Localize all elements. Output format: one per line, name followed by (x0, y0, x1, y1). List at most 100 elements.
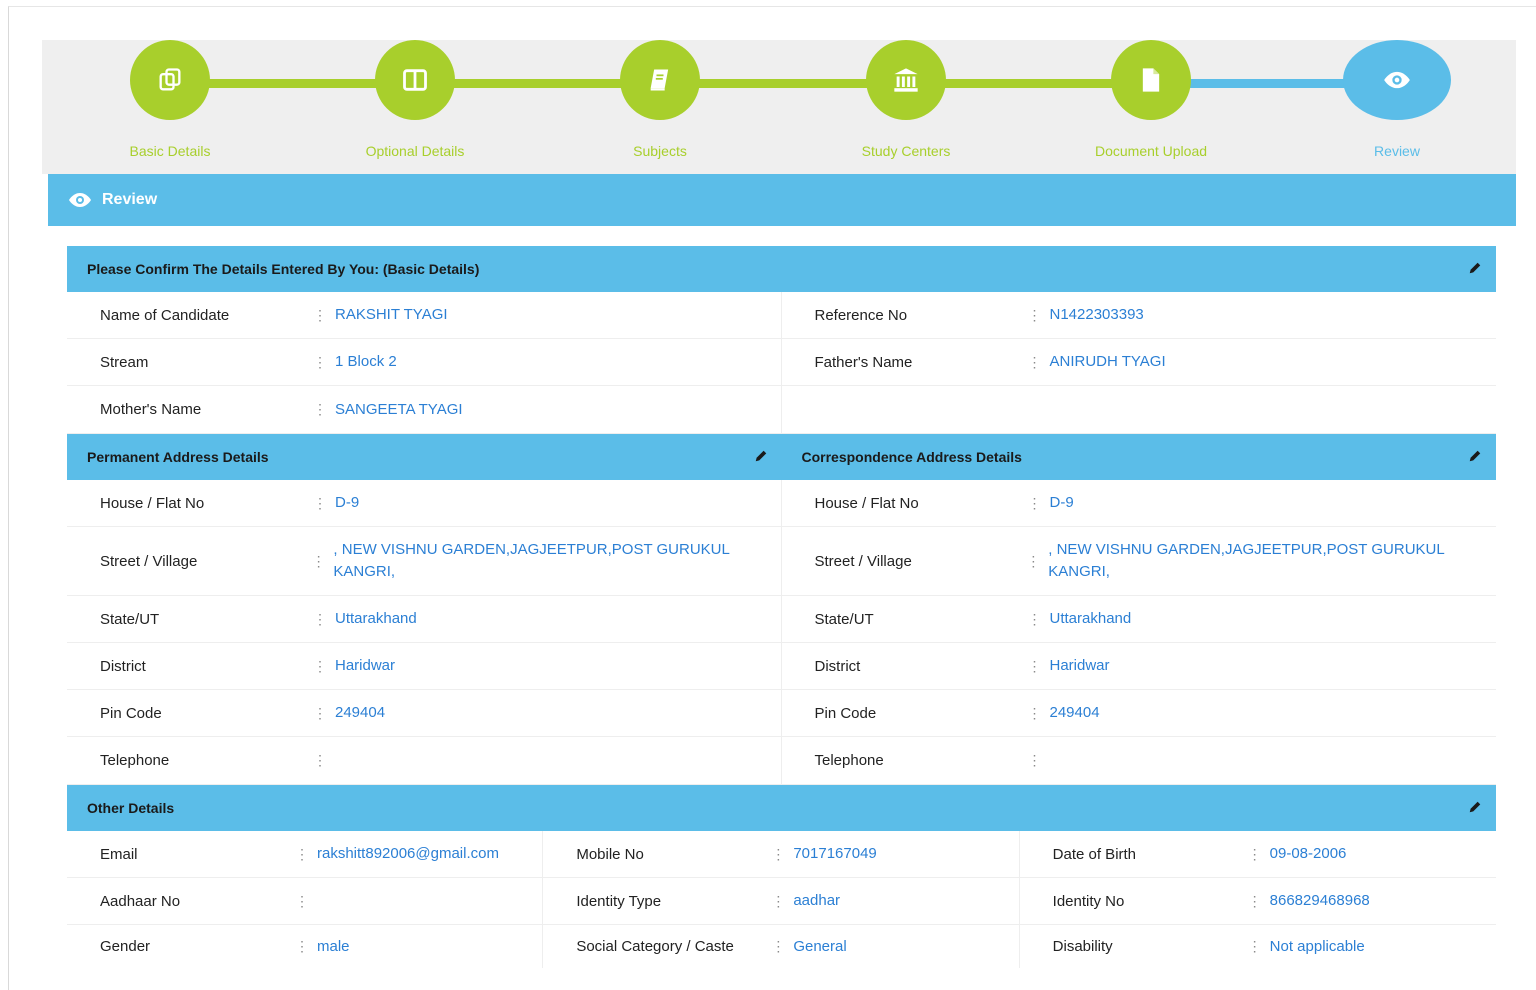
field-label: Father's Name (814, 353, 913, 371)
table-row: Stream ⋮ 1 Block 2 Father's Name ⋮ ANIRUDH T… (67, 339, 1496, 386)
review-title: Review (102, 191, 158, 208)
reference-no-value: N1422303393 (1049, 306, 1144, 323)
step-review[interactable]: Review (1317, 40, 1477, 159)
pencil-icon[interactable] (754, 449, 768, 463)
pin-value: 249404 (1049, 704, 1100, 721)
basic-details-header: Please Confirm The Details Entered By Yo… (67, 246, 1496, 292)
identity-no-value: 866829468968 (1269, 892, 1370, 909)
field-label: District (100, 657, 146, 675)
step-circle (1111, 40, 1191, 120)
pencil-icon[interactable] (1468, 261, 1482, 275)
table-row: Email ⋮ rakshitt892006@gmail.com Mobile No… (67, 831, 1496, 878)
field-label: Mother's Name (100, 401, 202, 418)
field-label: Reference No (814, 306, 908, 324)
field-label: District (814, 657, 861, 675)
step-label: Subjects (633, 143, 687, 159)
pencil-icon[interactable] (1468, 449, 1482, 463)
section-title: Correspondence Address Details (801, 449, 1022, 465)
table-row: Street / Village ⋮, NEW VISHNU GARDEN,JAG… (67, 527, 1496, 596)
field-label: Pin Code (100, 704, 162, 722)
table-row: State/UT ⋮ Uttarakhand State/UT ⋮ Uttarakhan… (67, 596, 1496, 643)
copy-icon (159, 68, 181, 91)
field-label: Social Category / Caste (576, 938, 734, 955)
field-label: Street / Village (100, 552, 198, 570)
application-page: Basic Details Optional Details Subjects … (42, 40, 1516, 968)
step-document-upload[interactable]: Document Upload (1071, 40, 1231, 159)
field-label: State/UT (814, 610, 874, 628)
father-name-value: ANIRUDH TYAGI (1049, 353, 1166, 370)
state-value: Uttarakhand (1049, 610, 1132, 627)
field-label: Telephone (100, 752, 170, 769)
bank-icon (894, 68, 918, 92)
house-value: D-9 (335, 494, 360, 511)
pin-value: 249404 (335, 704, 386, 721)
field-label: Pin Code (814, 704, 877, 722)
table-row: Telephone ⋮ Telephone ⋮ (67, 737, 1496, 785)
mobile-value: 7017167049 (793, 845, 877, 862)
disability-value: Not applicable (1269, 937, 1365, 955)
street-value: , NEW VISHNU GARDEN,JAGJEETPUR,POST GURU… (333, 541, 730, 580)
table-row: Name of Candidate ⋮ RAKSHIT TYAGI Referenc… (67, 292, 1496, 339)
stream-value: 1 Block 2 (335, 353, 397, 370)
gender-value: male (317, 937, 350, 955)
book-icon (650, 69, 669, 91)
step-label: Optional Details (365, 143, 465, 159)
table-row: Mother's Name ⋮ SANGEETA TYAGI (67, 386, 1496, 434)
step-circle (620, 40, 700, 120)
review-header: Review (48, 174, 1516, 226)
eye-icon (1384, 71, 1410, 89)
progress-stepper: Basic Details Optional Details Subjects … (42, 40, 1516, 174)
field-label: Mobile No (576, 845, 644, 863)
table-row: Gender ⋮ male Social Category / Caste ⋮ Gene… (67, 925, 1496, 968)
district-value: Haridwar (1049, 657, 1110, 674)
field-label: Name of Candidate (100, 306, 230, 324)
email-value: rakshitt892006@gmail.com (317, 845, 499, 862)
field-label: House / Flat No (814, 494, 919, 512)
house-value: D-9 (1049, 494, 1074, 511)
step-optional-details[interactable]: Optional Details (335, 40, 495, 159)
caste-value: General (793, 937, 847, 955)
field-label: Telephone (814, 752, 884, 769)
field-label: House / Flat No (100, 494, 205, 512)
step-study-centers[interactable]: Study Centers (826, 40, 986, 159)
step-subjects[interactable]: Subjects (580, 40, 740, 159)
field-label: Date of Birth (1052, 845, 1137, 863)
review-content: Please Confirm The Details Entered By Yo… (67, 246, 1496, 968)
field-label: Email (100, 845, 138, 863)
field-label: Stream (100, 353, 149, 371)
section-title: Permanent Address Details (87, 449, 269, 465)
step-label: Document Upload (1094, 143, 1208, 159)
section-title: Please Confirm The Details Entered By Yo… (87, 261, 480, 277)
table-row: District ⋮ Haridwar District ⋮ Haridwar (67, 643, 1496, 690)
district-value: Haridwar (335, 657, 396, 674)
table-row: Aadhaar No ⋮ Identity Type ⋮ aadhar Identit… (67, 878, 1496, 925)
state-value: Uttarakhand (335, 610, 417, 627)
table-row: House / Flat No ⋮ D-9 House / Flat No ⋮ D-9 (67, 480, 1496, 527)
mother-name-value: SANGEETA TYAGI (335, 400, 463, 418)
field-label: Gender (100, 938, 151, 955)
step-circle (866, 40, 946, 120)
dob-value: 09-08-2006 (1269, 845, 1347, 862)
other-details-header: Other Details (67, 785, 1496, 831)
field-label: Street / Village (814, 552, 912, 570)
field-label: Identity Type (576, 892, 662, 910)
step-label: Basic Details (129, 143, 211, 159)
street-value: , NEW VISHNU GARDEN,JAGJEETPUR,POST GURU… (1048, 541, 1445, 580)
field-label: State/UT (100, 610, 160, 628)
field-label: Disability (1052, 938, 1113, 955)
step-circle (375, 40, 455, 120)
identity-type-value: aadhar (793, 892, 841, 909)
step-circle (1343, 40, 1451, 120)
field-label: Identity No (1052, 892, 1125, 910)
step-label: Review (1374, 143, 1420, 159)
field-label: Aadhaar No (100, 892, 181, 910)
columns-icon (403, 69, 427, 91)
pencil-icon[interactable] (1468, 800, 1482, 814)
section-title: Other Details (87, 800, 175, 816)
address-details-header: Permanent Address Details Correspondence… (67, 434, 1496, 480)
step-circle (130, 40, 210, 120)
step-basic-details[interactable]: Basic Details (90, 40, 250, 159)
eye-icon (69, 193, 91, 207)
table-row: Pin Code ⋮ 249404 Pin Code ⋮ 249404 (67, 690, 1496, 737)
file-icon (1142, 68, 1160, 92)
